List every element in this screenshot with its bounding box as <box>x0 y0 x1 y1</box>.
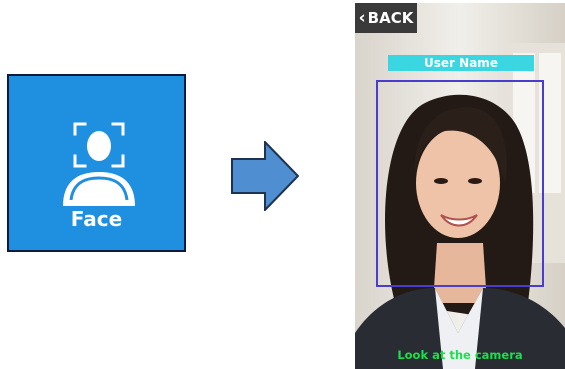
right-arrow-icon <box>231 141 299 211</box>
camera-hint-text: Look at the camera <box>397 348 523 362</box>
chevron-left-icon: ‹ <box>358 7 366 28</box>
back-button[interactable]: ‹ BACK <box>355 3 417 33</box>
camera-capture-screen: ‹ BACK User Name Look at the camera <box>355 3 565 369</box>
back-label: BACK <box>367 9 414 27</box>
face-detection-frame <box>376 80 544 287</box>
user-name-banner: User Name <box>388 55 534 71</box>
face-tile-label: Face <box>70 207 123 231</box>
face-scan-icon <box>63 122 135 206</box>
face-login-tile[interactable]: Face <box>7 74 186 252</box>
